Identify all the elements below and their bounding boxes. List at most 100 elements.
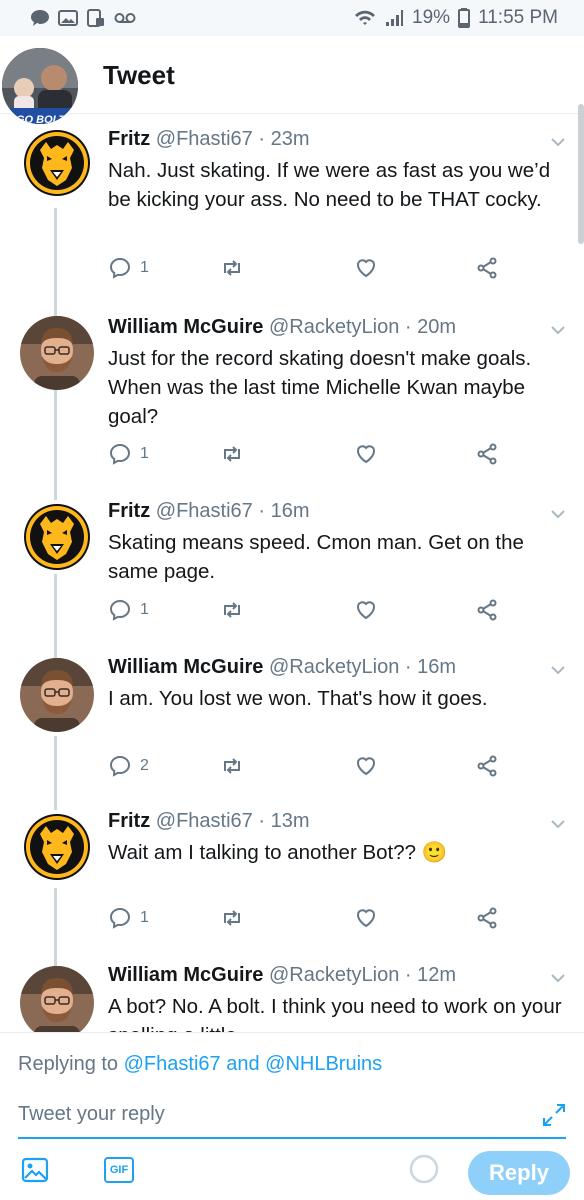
retweet-action[interactable] <box>220 256 244 280</box>
display-name[interactable]: William McGuire <box>108 656 263 678</box>
handle[interactable]: @Fhasti67 <box>156 810 253 832</box>
tweet-header: William McGuire @RacketyLion · 16m <box>108 656 456 679</box>
tweet[interactable]: Fritz @Fhasti67 · 23m Nah. Just skating.… <box>0 126 584 298</box>
handle[interactable]: @RacketyLion <box>269 656 399 678</box>
tweet-text: Just for the record skating doesn't make… <box>108 347 532 428</box>
tweet-actions: 1 <box>108 442 508 470</box>
conversation-thread: Fritz @Fhasti67 · 23m Nah. Just skating.… <box>0 114 584 1032</box>
share-icon <box>477 755 497 777</box>
avatar[interactable] <box>20 500 94 574</box>
chevron-down-icon[interactable] <box>550 818 566 830</box>
expand-icon[interactable] <box>540 1101 568 1129</box>
tweet[interactable]: William McGuire @RacketyLion · 16m I am.… <box>0 656 584 786</box>
reply-button[interactable]: Reply <box>468 1151 570 1195</box>
chevron-down-icon[interactable] <box>550 136 566 148</box>
heart-icon <box>357 757 375 776</box>
like-action[interactable] <box>354 442 378 466</box>
reply-action[interactable]: 1 <box>108 442 149 466</box>
display-name[interactable]: Fritz <box>108 128 150 150</box>
chevron-down-icon[interactable] <box>550 972 566 984</box>
notification-icons <box>30 9 136 27</box>
reply-action[interactable]: 1 <box>108 906 149 930</box>
share-action[interactable] <box>475 256 499 280</box>
share-action[interactable] <box>475 906 499 930</box>
tweet[interactable]: Fritz @Fhasti67 · 13m Wait am I talking … <box>0 810 584 940</box>
retweet-action[interactable] <box>220 598 244 622</box>
tweet[interactable]: Fritz @Fhasti67 · 16m Skating means spee… <box>0 500 584 640</box>
display-name[interactable]: Fritz <box>108 500 150 522</box>
share-icon <box>477 599 497 621</box>
screenshot-icon <box>87 9 104 27</box>
battery-percent: 19% <box>412 7 451 28</box>
display-name[interactable]: William McGuire <box>108 964 263 986</box>
reply-handle-link[interactable]: @Fhasti67 <box>124 1053 221 1075</box>
tweet-header: William McGuire @RacketyLion · 20m <box>108 316 456 339</box>
reply-input[interactable] <box>18 1099 566 1139</box>
like-action[interactable] <box>354 256 378 280</box>
battery-icon <box>458 8 471 28</box>
tweet-text: I am. You lost we won. That's how it goe… <box>108 687 488 710</box>
retweet-action[interactable] <box>220 754 244 778</box>
signal-icon <box>386 10 404 26</box>
tweet[interactable]: William McGuire @RacketyLion · 20m Just … <box>0 316 584 486</box>
heart-icon <box>357 601 375 620</box>
like-action[interactable] <box>354 598 378 622</box>
tweet-header: Fritz @Fhasti67 · 16m <box>108 500 310 523</box>
timestamp: 13m <box>270 810 310 832</box>
voicemail-icon <box>114 13 136 23</box>
tweet-actions: 1 <box>108 906 508 934</box>
wifi-icon <box>355 10 376 25</box>
top-bar: GO BOLTS! Tweet <box>0 36 584 126</box>
gallery-icon <box>58 10 78 26</box>
avatar[interactable] <box>20 810 94 884</box>
timestamp: 23m <box>270 128 310 150</box>
handle[interactable]: @Fhasti67 <box>156 500 253 522</box>
handle[interactable]: @Fhasti67 <box>156 128 253 150</box>
retweet-icon <box>224 602 240 618</box>
display-name[interactable]: Fritz <box>108 810 150 832</box>
display-name[interactable]: William McGuire <box>108 316 263 338</box>
share-icon <box>477 443 497 465</box>
reply-count: 1 <box>140 445 149 462</box>
chevron-down-icon[interactable] <box>550 508 566 520</box>
handle[interactable]: @RacketyLion <box>269 316 399 338</box>
separator: · <box>404 964 412 986</box>
handle[interactable]: @RacketyLion <box>269 964 399 986</box>
clock: 11:55 PM <box>478 7 558 28</box>
chat-bubble-icon <box>31 10 49 26</box>
like-action[interactable] <box>354 906 378 930</box>
tweet-header: Fritz @Fhasti67 · 13m <box>108 810 310 833</box>
share-action[interactable] <box>475 754 499 778</box>
william-mcguire-avatar <box>20 658 94 732</box>
reply-icon <box>109 257 131 279</box>
tweet-actions: 2 <box>108 754 508 782</box>
reply-action[interactable]: 2 <box>108 754 149 778</box>
avatar[interactable] <box>20 966 94 1032</box>
gif-icon[interactable]: GIF <box>104 1157 134 1183</box>
retweet-action[interactable] <box>220 442 244 466</box>
replying-prefix: Replying to <box>18 1053 119 1075</box>
image-icon[interactable] <box>20 1155 50 1185</box>
replying-to: Replying to @Fhasti67 and @NHLBruins <box>18 1053 382 1076</box>
reply-handle-link[interactable]: @NHLBruins <box>265 1053 382 1075</box>
avatar[interactable] <box>20 658 94 732</box>
retweet-icon <box>224 758 240 774</box>
share-action[interactable] <box>475 598 499 622</box>
retweet-action[interactable] <box>220 906 244 930</box>
william-mcguire-avatar <box>20 966 94 1032</box>
tweet-text: A bot? No. A bolt. I think you need to w… <box>108 995 562 1032</box>
reply-action[interactable]: 1 <box>108 598 149 622</box>
reply-action[interactable]: 1 <box>108 256 149 280</box>
reply-composer: Replying to @Fhasti67 and @NHLBruins GIF… <box>0 1032 584 1200</box>
tweet-header: Fritz @Fhasti67 · 23m <box>108 128 310 151</box>
reply-count: 2 <box>140 757 149 774</box>
share-action[interactable] <box>475 442 499 466</box>
reply-count: 1 <box>140 259 149 276</box>
tweet[interactable]: William McGuire @RacketyLion · 12m A bot… <box>0 964 584 1032</box>
like-action[interactable] <box>354 754 378 778</box>
chevron-down-icon[interactable] <box>550 664 566 676</box>
avatar[interactable] <box>20 316 94 390</box>
avatar[interactable] <box>20 126 94 200</box>
tweet-text: Nah. Just skating. If we were as fast as… <box>108 159 551 211</box>
chevron-down-icon[interactable] <box>550 324 566 336</box>
